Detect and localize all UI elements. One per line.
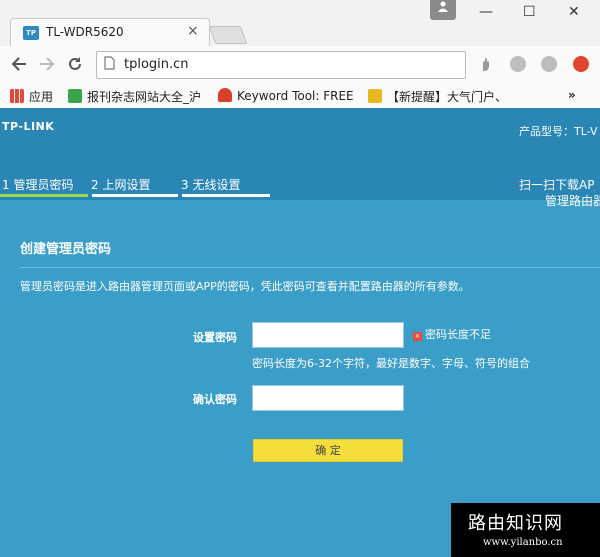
description: 管理员密码是进入路由器管理页面或APP的密码，凭此密码可查看并配置路由器的所有参… bbox=[20, 280, 470, 293]
password-input[interactable] bbox=[252, 322, 404, 348]
forward-arrow-icon[interactable] bbox=[38, 55, 56, 78]
step-admin-password: 1 管理员密码 bbox=[2, 178, 74, 192]
step-progress bbox=[182, 194, 270, 197]
bookmark-item[interactable]: 【新提醒】大气门户、 bbox=[368, 88, 507, 105]
password-error: × 密码长度不足 bbox=[413, 328, 491, 341]
confirm-password-label: 确认密码 bbox=[193, 393, 237, 406]
password-label: 设置密码 bbox=[193, 331, 237, 344]
step-internet-settings: 2 上网设置 bbox=[91, 178, 151, 192]
tab-close-icon[interactable]: × bbox=[187, 23, 199, 39]
step-progress bbox=[92, 194, 178, 197]
bookmarks-more-button[interactable]: » bbox=[568, 88, 576, 102]
close-window-button[interactable]: ✕ bbox=[568, 4, 580, 20]
reload-icon[interactable] bbox=[66, 55, 84, 78]
extension-hand-icon[interactable] bbox=[478, 56, 494, 72]
back-arrow-icon[interactable] bbox=[10, 55, 28, 78]
page-icon bbox=[104, 56, 115, 74]
watermark-url: www.yilanbo.cn bbox=[483, 537, 563, 548]
watermark: 路由知识网 www.yilanbo.cn bbox=[451, 503, 600, 557]
qr-download-text: 扫一扫下载AP bbox=[519, 178, 595, 192]
url-text: tplogin.cn bbox=[124, 57, 189, 72]
bookmark-item[interactable]: 报刊杂志网站大全_沪 bbox=[68, 88, 201, 105]
bookmark-apps[interactable]: 应用 bbox=[10, 88, 53, 105]
bookmarks-bar: 应用 报刊杂志网站大全_沪 Keyword Tool: FREE 【新提醒】大气… bbox=[0, 84, 600, 109]
tplink-logo: TP-LINK bbox=[2, 120, 55, 133]
extension-icon-1[interactable] bbox=[510, 56, 526, 72]
address-bar[interactable]: tplogin.cn bbox=[96, 51, 466, 79]
minimize-button[interactable]: — bbox=[479, 4, 493, 20]
browser-tab[interactable]: TP TL-WDR5620 × bbox=[10, 18, 210, 47]
confirm-button[interactable]: 确 定 bbox=[253, 439, 403, 462]
tplink-favicon-icon: TP bbox=[23, 26, 39, 40]
product-model: 产品型号：TL-V bbox=[519, 125, 598, 138]
browser-titlebar: TP TL-WDR5620 × — ☐ ✕ bbox=[0, 0, 600, 47]
extension-icon-red[interactable] bbox=[573, 56, 589, 72]
confirm-password-input[interactable] bbox=[252, 385, 404, 411]
maximize-button[interactable]: ☐ bbox=[523, 4, 536, 20]
divider bbox=[20, 267, 600, 268]
page-title: 创建管理员密码 bbox=[20, 242, 112, 257]
bookmark-favicon-icon bbox=[218, 88, 232, 102]
profile-icon[interactable] bbox=[430, 0, 456, 20]
extension-icon-2[interactable] bbox=[541, 56, 557, 72]
step-progress-active bbox=[0, 194, 88, 197]
watermark-title: 路由知识网 bbox=[468, 513, 563, 534]
bookmark-favicon-icon bbox=[368, 89, 382, 103]
qr-manage-text: 管理路由器 bbox=[545, 194, 600, 208]
step-wireless-settings: 3 无线设置 bbox=[181, 178, 241, 192]
bookmark-favicon-icon bbox=[68, 89, 82, 103]
error-icon: × bbox=[413, 332, 422, 341]
new-tab-button[interactable] bbox=[208, 26, 248, 44]
password-hint: 密码长度为6-32个字符，最好是数字、字母、符号的组合 bbox=[252, 357, 530, 370]
router-header: TP-LINK 产品型号：TL-V 1 管理员密码 2 上网设置 3 无线设置 … bbox=[0, 108, 600, 208]
bookmark-item[interactable]: Keyword Tool: FREE bbox=[218, 88, 354, 103]
apps-grid-icon bbox=[10, 89, 24, 103]
tab-title: TL-WDR5620 bbox=[46, 25, 124, 39]
browser-toolbar: tplogin.cn bbox=[0, 46, 600, 85]
